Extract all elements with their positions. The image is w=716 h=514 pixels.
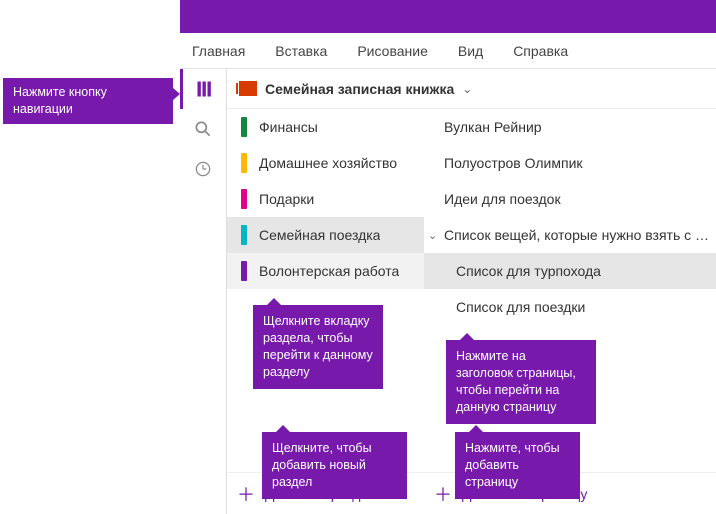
section-item[interactable]: Волонтерская работа — [227, 253, 424, 289]
plus-icon: ＋ — [237, 481, 255, 507]
ribbon-tab-home[interactable]: Главная — [192, 43, 245, 59]
coachmark-section: Щелкните вкладку раздела, чтобы перейти … — [253, 305, 383, 389]
page-label: Вулкан Рейнир — [444, 119, 542, 135]
page-label: Список для турпохода — [456, 263, 601, 279]
section-item[interactable]: Домашнее хозяйство — [227, 145, 424, 181]
notebook-icon — [239, 81, 257, 96]
nav-recent-button[interactable] — [180, 149, 227, 189]
coachmark-add-page: Нажмите, чтобы добавить страницу — [455, 432, 580, 499]
search-icon — [193, 119, 213, 139]
section-item[interactable]: Семейная поездка — [227, 217, 424, 253]
section-label: Волонтерская работа — [259, 263, 399, 279]
section-label: Семейная поездка — [259, 227, 380, 243]
ribbon-tab-help[interactable]: Справка — [513, 43, 568, 59]
nav-notebooks-button[interactable] — [180, 69, 227, 109]
section-label: Подарки — [259, 191, 314, 207]
ribbon-tab-view[interactable]: Вид — [458, 43, 483, 59]
section-item[interactable]: Подарки — [227, 181, 424, 217]
page-label: Идеи для поездок — [444, 191, 561, 207]
notebook-title: Семейная записная книжка — [265, 81, 454, 97]
coachmark-add-section: Щелкните, чтобы добавить новый раздел — [262, 432, 407, 499]
page-label: Список для поездки — [456, 299, 585, 315]
notebook-picker[interactable]: Семейная записная книжка ⌄ — [227, 69, 716, 109]
page-item[interactable]: Список для поездки — [424, 289, 716, 325]
nav-search-button[interactable] — [180, 109, 227, 149]
nav-rail — [180, 69, 227, 514]
title-bar — [180, 0, 716, 33]
plus-icon: ＋ — [434, 481, 452, 507]
chevron-down-icon: ⌄ — [428, 229, 437, 242]
clock-icon — [193, 159, 213, 179]
section-color-tab — [241, 189, 247, 209]
ribbon: Главная Вставка Рисование Вид Справка — [180, 33, 716, 69]
page-item[interactable]: Идеи для поездок — [424, 181, 716, 217]
section-label: Финансы — [259, 119, 318, 135]
ribbon-tab-insert[interactable]: Вставка — [275, 43, 327, 59]
section-label: Домашнее хозяйство — [259, 155, 397, 171]
page-label: Список вещей, которые нужно взять с собо… — [444, 227, 716, 243]
page-label: Полуостров Олимпик — [444, 155, 583, 171]
section-color-tab — [241, 153, 247, 173]
page-item[interactable]: Полуостров Олимпик — [424, 145, 716, 181]
ribbon-tab-draw[interactable]: Рисование — [357, 43, 428, 59]
section-color-tab — [241, 117, 247, 137]
page-item[interactable]: ⌄ Список вещей, которые нужно взять с со… — [424, 217, 716, 253]
page-item[interactable]: Список для турпохода — [424, 253, 716, 289]
section-color-tab — [241, 261, 247, 281]
coachmark-page: Нажмите на заголовок страницы, чтобы пер… — [446, 340, 596, 424]
coachmark-nav: Нажмите кнопку навигации — [3, 78, 173, 124]
notebooks-icon — [195, 79, 215, 99]
section-color-tab — [241, 225, 247, 245]
chevron-down-icon: ⌄ — [462, 82, 472, 96]
section-item[interactable]: Финансы — [227, 109, 424, 145]
page-item[interactable]: Вулкан Рейнир — [424, 109, 716, 145]
